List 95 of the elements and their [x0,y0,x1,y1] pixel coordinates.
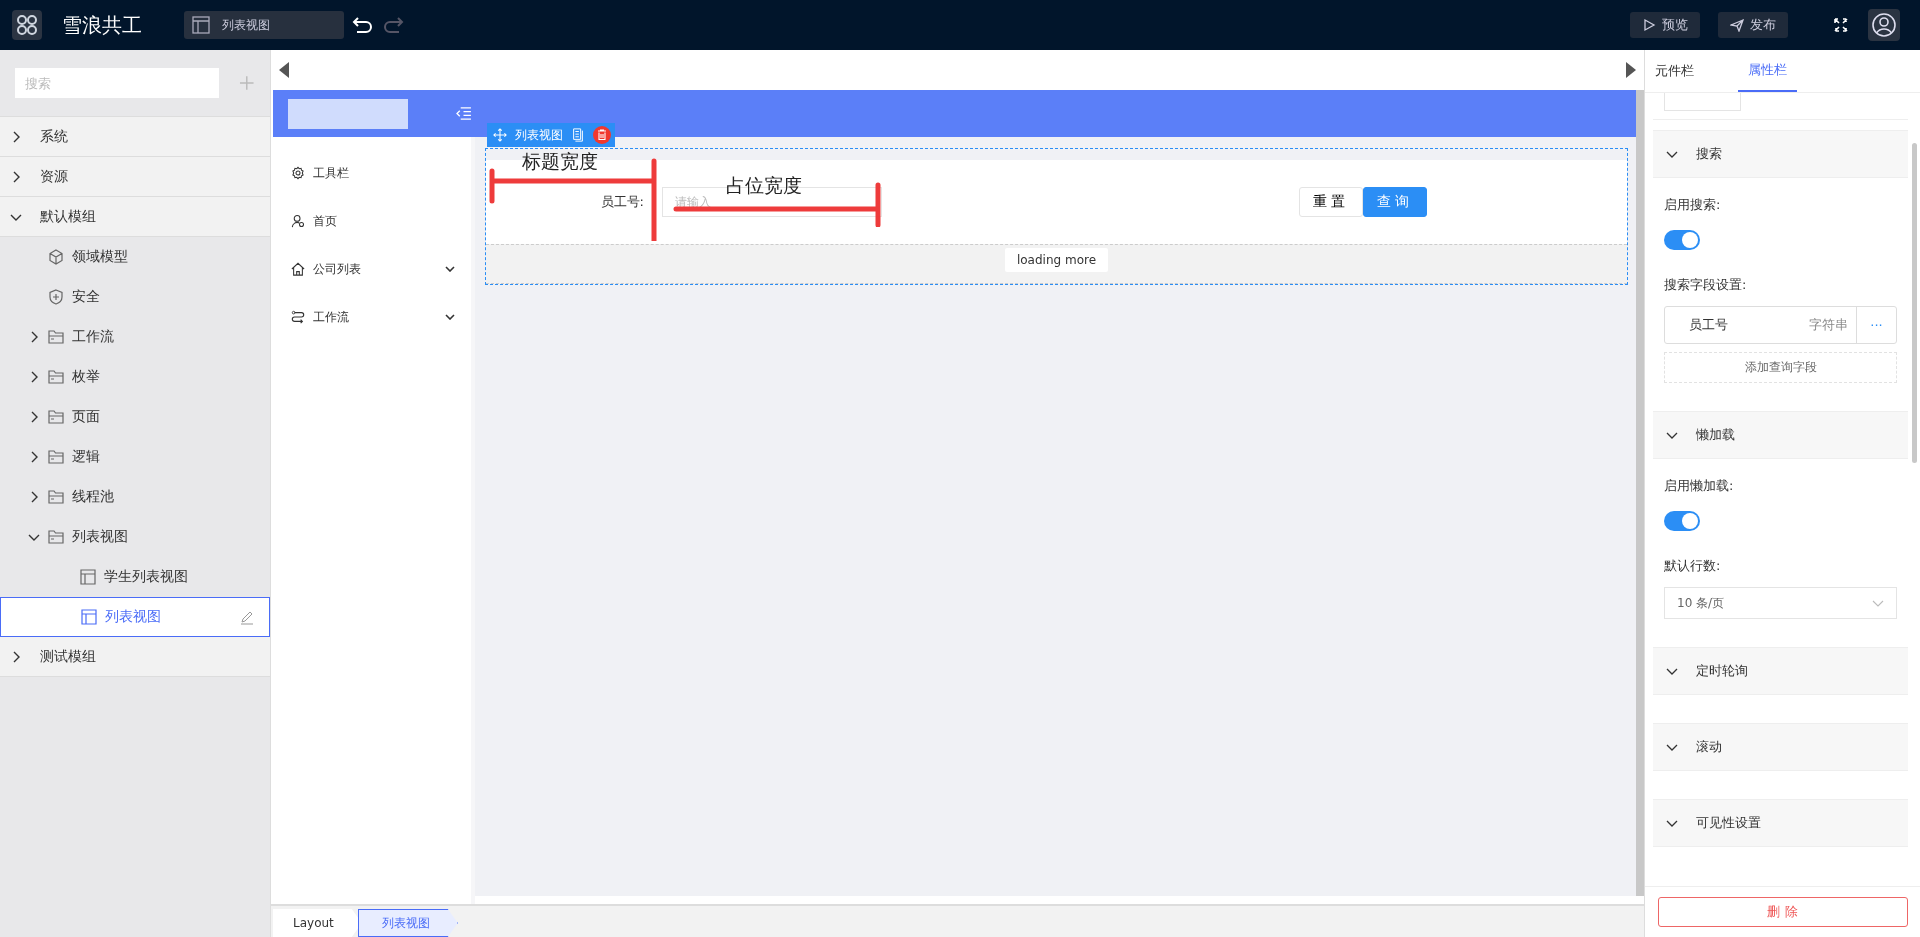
setting-label: 启用懒加载: [1664,477,1734,495]
fullscreen-icon[interactable] [1834,18,1848,32]
layout-icon [80,569,96,585]
preview-button[interactable]: 预览 [1630,12,1700,38]
tree-item-label: 页面 [72,408,100,426]
folder-icon [48,489,64,505]
menu-item-label: 工作流 [313,308,349,326]
tree-item-label: 默认模组 [40,207,96,226]
tree-item-label: 工作流 [72,328,114,346]
search-field[interactable]: 搜索 [15,68,220,98]
flow-icon [291,310,305,324]
search-field-row[interactable]: 员工号 字符串 ··· [1664,306,1897,344]
setting-label: 启用搜索: [1664,196,1721,214]
menu-item[interactable]: 公司列表 [273,245,471,293]
tree-item[interactable]: 测试模组 [0,637,270,677]
tree-item[interactable]: 列表视图 [0,597,270,637]
rows-select[interactable]: 10 条/页 [1664,587,1897,619]
publish-button[interactable]: 发布 [1718,12,1788,38]
annotation-text: 标题宽度 [522,149,598,174]
gear-icon [291,166,305,180]
menu-icon[interactable] [456,107,471,120]
section-header[interactable]: 可见性设置 [1653,800,1908,847]
tree-item[interactable]: 系统 [0,117,270,157]
avatar-icon[interactable] [1868,9,1900,41]
scrollbar[interactable] [1636,90,1644,896]
undo-icon[interactable] [352,16,374,34]
tree-item[interactable]: 领域模型 [0,237,270,277]
tree-item-label: 领域模型 [72,248,128,266]
tree-item-label: 安全 [72,288,100,306]
tree-item-label: 列表视图 [72,528,128,546]
menu-item-label: 公司列表 [313,260,361,278]
tree-item[interactable]: 默认模组 [0,197,270,237]
scrollbar[interactable] [1912,143,1917,463]
menu-item-label: 工具栏 [313,164,349,182]
home-icon [291,262,305,276]
user-icon [291,214,305,228]
delete-button[interactable]: 删 除 [1657,897,1908,927]
section-header[interactable]: 搜索 [1653,131,1908,178]
section-header[interactable]: 懒加载 [1653,412,1908,459]
setting-label: 搜索字段设置: [1664,276,1747,294]
menu-item[interactable]: 工具栏 [273,149,471,197]
tree-item[interactable]: 资源 [0,157,270,197]
setting-label: 默认行数: [1664,557,1721,575]
tree-item[interactable]: 工作流 [0,317,270,357]
tree-item-label: 枚举 [72,368,100,386]
section-header[interactable]: 定时轮询 [1653,648,1908,695]
tree-item[interactable]: 页面 [0,397,270,437]
tree-item-label: 列表视图 [105,608,161,626]
breadcrumb-item[interactable]: 列表视图 [357,909,458,937]
toggle-switch[interactable] [1664,230,1700,250]
loading-tag: loading more [1004,248,1109,272]
collapse-left-icon[interactable] [279,62,289,78]
tree-item-label: 学生列表视图 [104,568,188,586]
page-tab[interactable]: 列表视图 [184,11,344,39]
toggle-switch[interactable] [1664,511,1700,531]
collapse-right-icon[interactable] [1626,62,1636,78]
send-icon [1730,18,1744,32]
section-header[interactable]: 滚动 [1653,724,1908,771]
folder-icon [48,529,64,545]
panel-tab[interactable]: 元件栏 [1655,50,1702,92]
play-icon [1642,18,1656,32]
folder-icon [48,369,64,385]
tree-item[interactable]: 枚举 [0,357,270,397]
tree-item[interactable]: 逻辑 [0,437,270,477]
tree-item-label: 系统 [40,127,68,146]
tree-item[interactable]: 列表视图 [0,517,270,557]
app-name: 雪浪共工 [62,11,142,39]
move-icon[interactable] [493,128,507,142]
tree-item[interactable]: 学生列表视图 [0,557,270,597]
apps-icon[interactable] [12,10,42,40]
menu-item[interactable]: 工作流 [273,293,471,341]
tree-item-label: 逻辑 [72,448,100,466]
component-name: 列表视图 [515,126,563,144]
tree-item[interactable]: 安全 [0,277,270,317]
delete-icon[interactable] [593,126,611,144]
folder-icon [48,329,64,345]
cube-icon [48,249,64,265]
field-type: 字符串 [1809,316,1849,334]
copy-icon[interactable] [571,128,585,142]
shield-icon [48,289,64,305]
tree-item[interactable]: 线程池 [0,477,270,517]
field-label: 员工号: [599,193,645,211]
reset-button[interactable]: 重置 [1299,187,1363,217]
menu-item[interactable]: 首页 [273,197,471,245]
edit-icon[interactable] [239,609,255,625]
tree-item-label: 线程池 [72,488,114,506]
add-field-button[interactable]: 添加查询字段 [1664,352,1897,383]
menu-item-label: 首页 [313,212,337,230]
tree-item-label: 测试模组 [40,647,96,666]
folder-icon [48,409,64,425]
tree-item-label: 资源 [40,167,68,186]
layout-icon [81,609,97,625]
redo-icon[interactable] [382,16,404,34]
layout-icon [192,16,210,34]
folder-icon [48,449,64,465]
